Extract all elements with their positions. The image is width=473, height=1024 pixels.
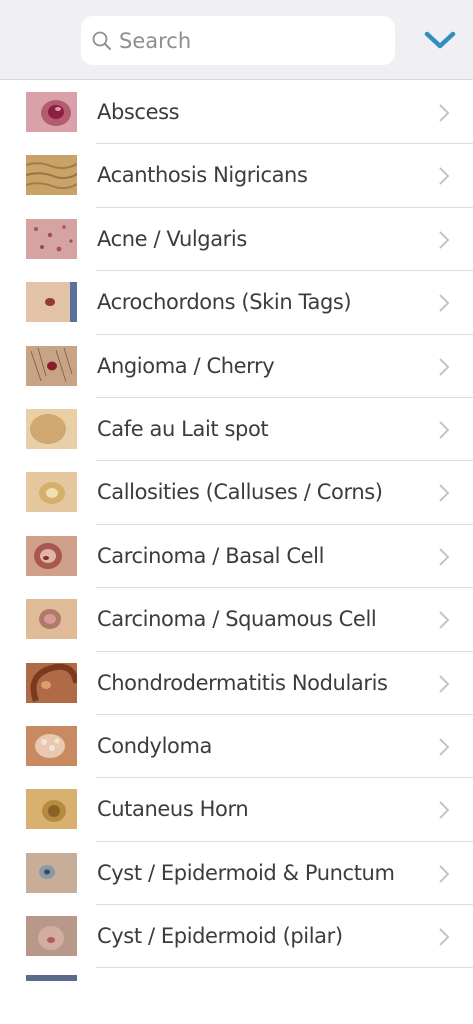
chevron-right-icon xyxy=(439,231,450,249)
list-item-label: Carcinoma / Squamous Cell xyxy=(97,607,377,632)
list-item-label: Acne / Vulgaris xyxy=(97,226,247,251)
chevron-right-icon xyxy=(439,484,450,503)
list-item-label: Callosities (Calluses / Corns) xyxy=(97,480,383,505)
list-item[interactable]: Condyloma xyxy=(0,715,473,779)
cyst-epidermoid-punctum-thumbnail xyxy=(26,852,77,893)
chevron-right-icon xyxy=(439,738,450,756)
list-item-label: Cafe au Lait spot xyxy=(97,416,269,441)
carcinoma-squamous-cell-thumbnail xyxy=(26,599,77,640)
chevron-down-icon xyxy=(424,31,456,49)
chevron-right-icon xyxy=(439,357,450,376)
chevron-right-icon xyxy=(439,167,450,186)
list-item-label: Chondrodermatitis Nodularis xyxy=(97,670,388,695)
list-item[interactable]: Cyst / Epidermoid & Punctum xyxy=(0,842,473,906)
search-icon xyxy=(92,31,111,50)
collapse-toggle-button[interactable] xyxy=(420,22,460,58)
cafe-au-lait-thumbnail xyxy=(26,408,77,449)
list-item-label: Acrochordons (Skin Tags) xyxy=(97,290,352,315)
abscess-thumbnail xyxy=(26,92,77,132)
partial-next-row-thumbnail xyxy=(26,975,77,981)
chevron-right-icon xyxy=(439,421,450,439)
list-item-label: Angioma / Cherry xyxy=(97,353,275,378)
list-item-label: Acanthosis Nigricans xyxy=(97,163,308,188)
list-item[interactable]: Callosities (Calluses / Corns) xyxy=(0,461,473,526)
list-item-label: Abscess xyxy=(97,100,180,124)
carcinoma-basal-cell-thumbnail xyxy=(26,535,77,576)
list-item[interactable]: Carcinoma / Basal Cell xyxy=(0,525,473,589)
chevron-right-icon xyxy=(439,928,450,946)
condition-list: Abscess Acanthosis Nigricans Acne / Vulg… xyxy=(0,81,473,969)
acanthosis-nigricans-thumbnail xyxy=(26,155,77,196)
list-item[interactable]: Chondrodermatitis Nodularis xyxy=(0,652,473,716)
chevron-right-icon xyxy=(439,801,450,820)
list-item-label: Cyst / Epidermoid & Punctum xyxy=(97,860,395,885)
search-input[interactable] xyxy=(119,28,369,53)
list-item[interactable]: Abscess xyxy=(0,81,473,145)
chevron-right-icon xyxy=(439,548,450,566)
angioma-cherry-thumbnail xyxy=(26,345,77,386)
cyst-epidermoid-pilar-thumbnail xyxy=(26,916,77,957)
list-item-label: Carcinoma / Basal Cell xyxy=(97,543,325,568)
chondrodermatitis-thumbnail xyxy=(26,662,77,703)
list-item[interactable]: Angioma / Cherry xyxy=(0,335,473,399)
acne-vulgaris-thumbnail xyxy=(26,218,77,259)
list-item[interactable]: Carcinoma / Squamous Cell xyxy=(0,588,473,652)
list-item[interactable]: Acanthosis Nigricans xyxy=(0,144,473,209)
list-item[interactable]: Cafe au Lait spot xyxy=(0,398,473,462)
list-item-label: Cutaneus Horn xyxy=(97,797,249,822)
search-header xyxy=(0,0,473,80)
list-item-label: Cyst / Epidermoid (pilar) xyxy=(97,924,343,949)
list-item[interactable]: Cutaneus Horn xyxy=(0,778,473,843)
chevron-right-icon xyxy=(439,104,450,122)
callosities-thumbnail xyxy=(26,472,77,513)
cutaneus-horn-thumbnail xyxy=(26,789,77,830)
chevron-right-icon xyxy=(439,864,450,883)
condyloma-thumbnail xyxy=(26,725,77,766)
chevron-right-icon xyxy=(439,611,450,629)
search-box[interactable] xyxy=(81,16,395,65)
list-item[interactable]: Acne / Vulgaris xyxy=(0,208,473,272)
chevron-right-icon xyxy=(439,294,450,312)
chevron-right-icon xyxy=(439,674,450,693)
acrochordons-thumbnail xyxy=(26,282,77,323)
list-item[interactable]: Acrochordons (Skin Tags) xyxy=(0,271,473,335)
list-item[interactable]: Cyst / Epidermoid (pilar) xyxy=(0,905,473,969)
list-item-label: Condyloma xyxy=(97,733,212,758)
